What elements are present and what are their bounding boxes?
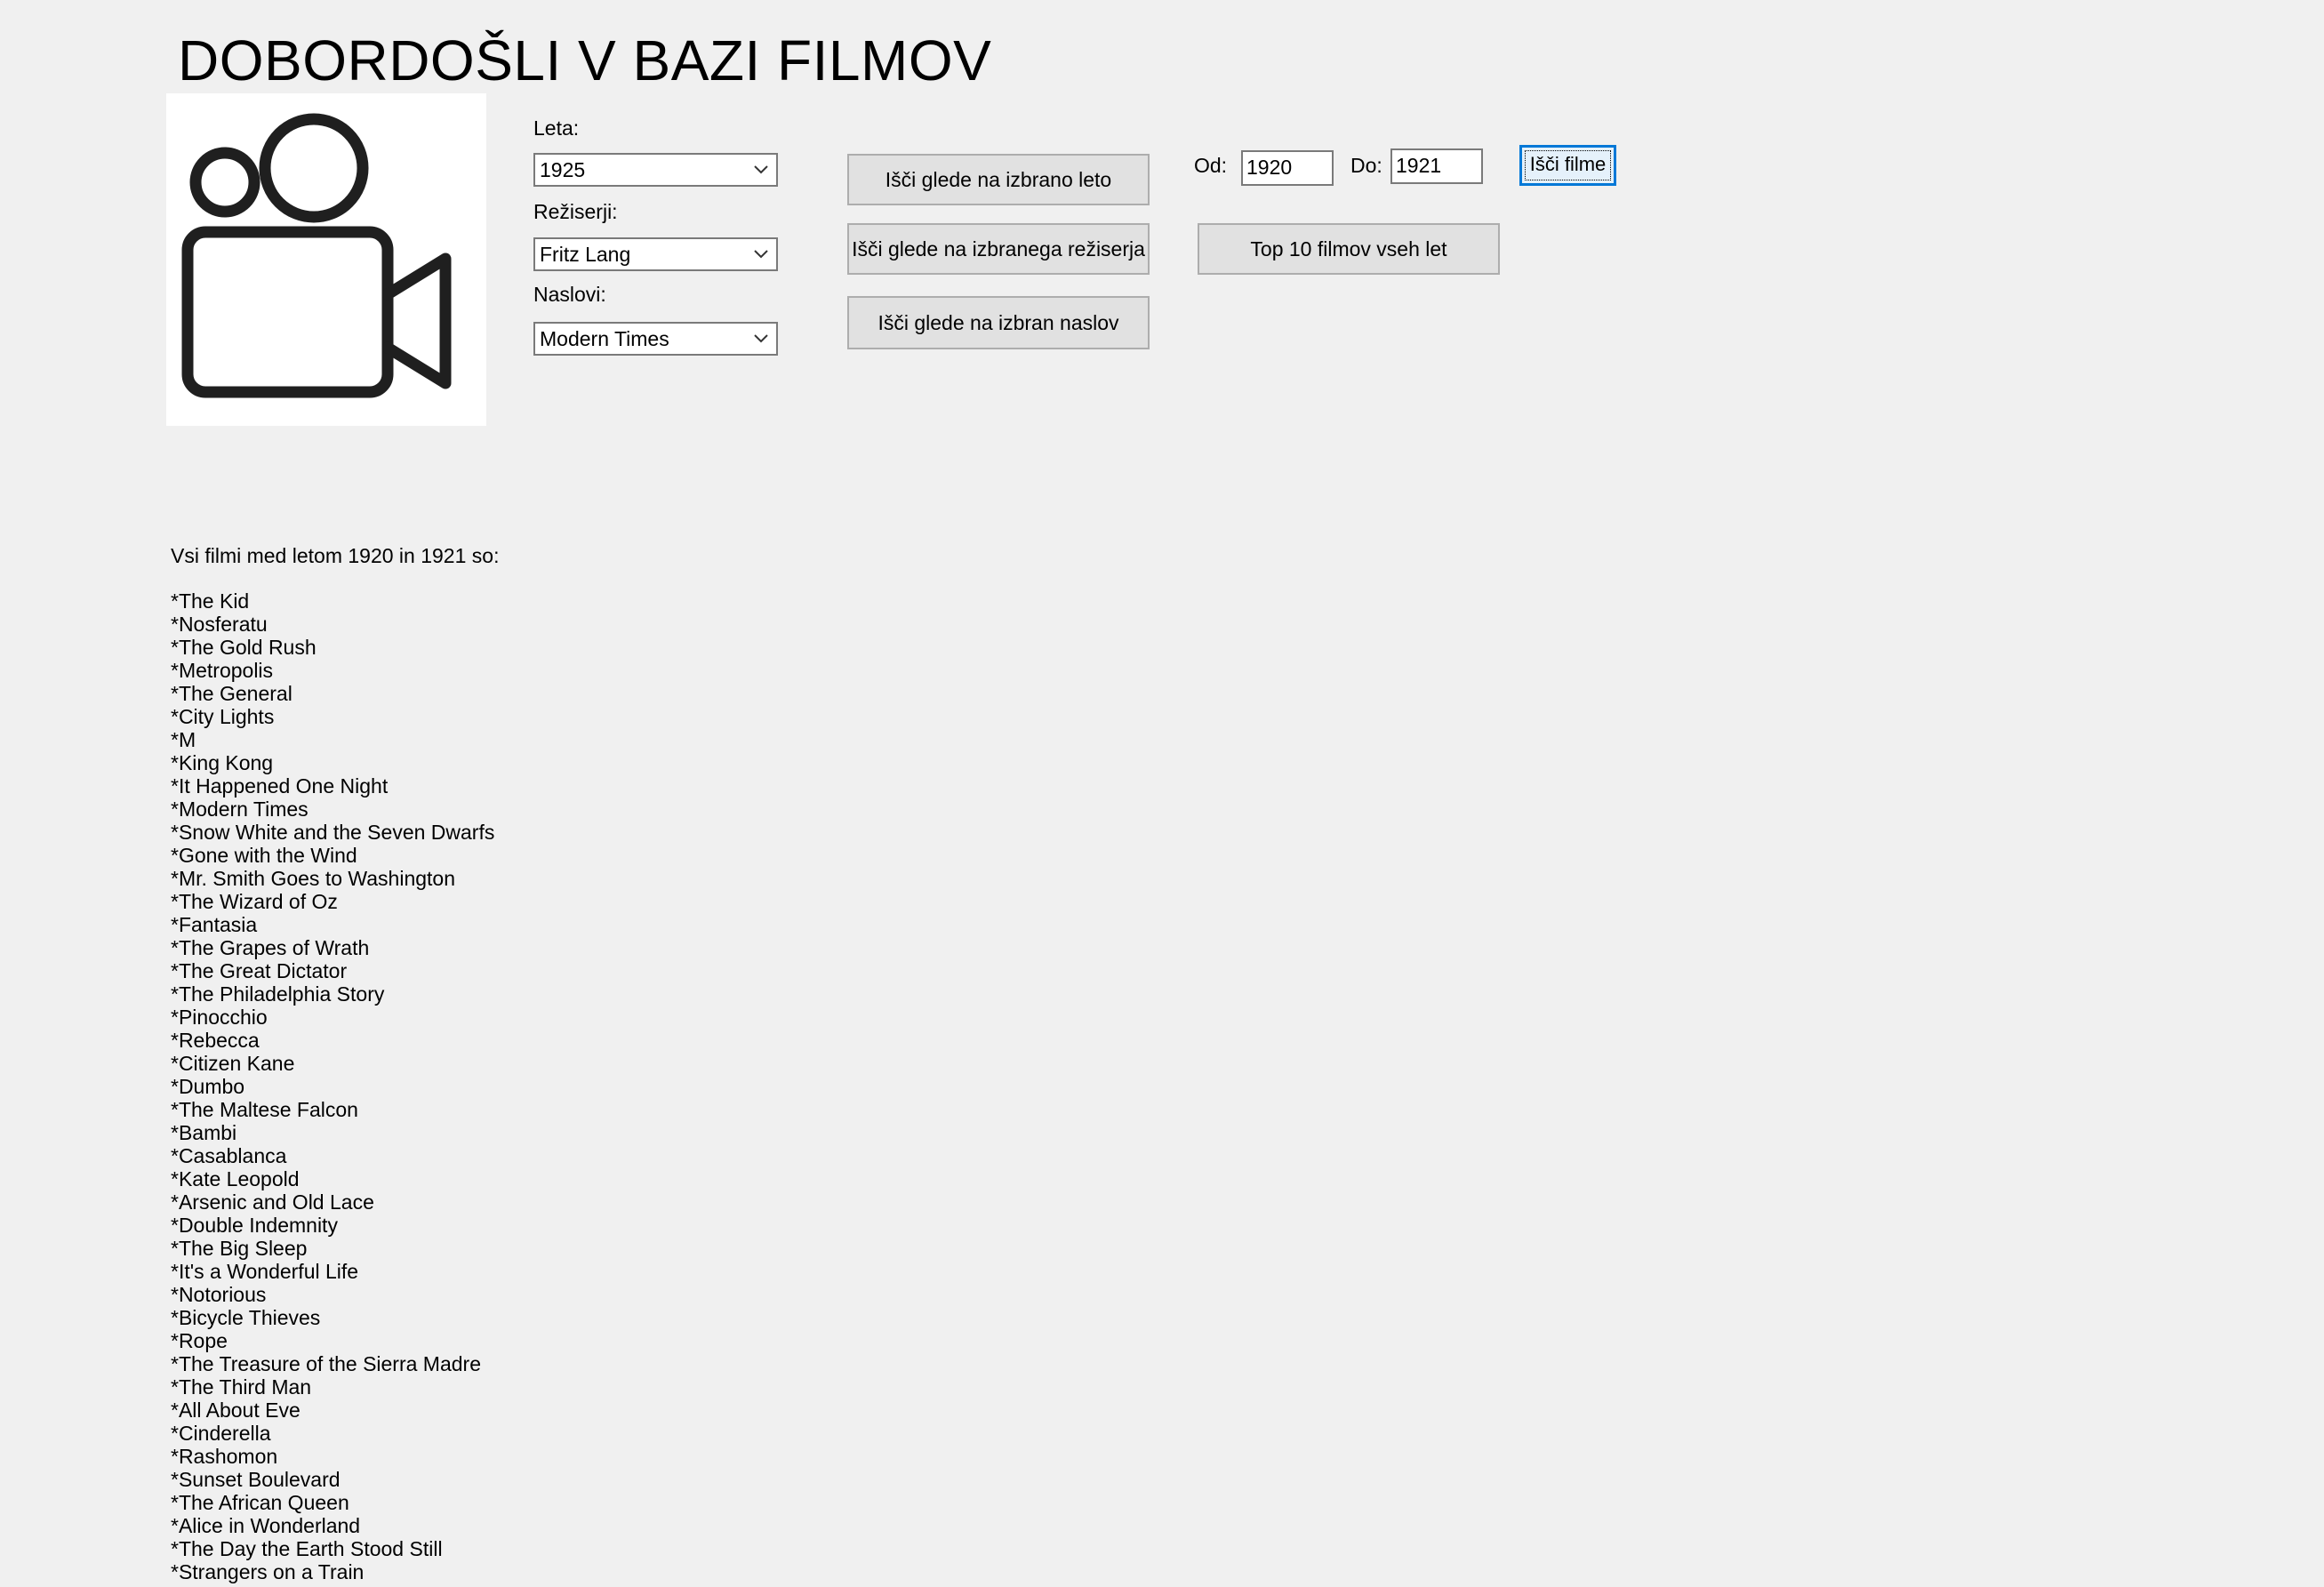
list-item: *Metropolis bbox=[171, 659, 274, 682]
chevron-down-icon bbox=[754, 250, 768, 259]
list-item: *Bambi bbox=[171, 1121, 237, 1144]
list-item: *All About Eve bbox=[171, 1399, 301, 1422]
chevron-down-icon bbox=[754, 334, 768, 343]
list-item: *M bbox=[171, 728, 196, 751]
list-item: *The General bbox=[171, 682, 293, 705]
list-item: *King Kong bbox=[171, 751, 274, 774]
results-header: Vsi filmi med letom 1920 in 1921 so: bbox=[171, 544, 500, 567]
search-by-title-button[interactable]: Išči glede na izbran naslov bbox=[847, 296, 1150, 349]
video-camera-icon bbox=[166, 93, 486, 426]
list-item: *The Day the Earth Stood Still bbox=[171, 1537, 443, 1560]
list-item: *Arsenic and Old Lace bbox=[171, 1190, 374, 1214]
to-label: Do: bbox=[1350, 154, 1382, 177]
list-item: *The Gold Rush bbox=[171, 636, 317, 659]
list-item: *The Grapes of Wrath bbox=[171, 936, 370, 959]
list-item: *Rebecca bbox=[171, 1029, 260, 1052]
title-dropdown-value: Modern Times bbox=[540, 327, 669, 350]
list-item: *Notorious bbox=[171, 1283, 267, 1306]
list-item: *The Philadelphia Story bbox=[171, 982, 385, 1006]
year-dropdown[interactable]: 1925 bbox=[533, 153, 778, 187]
list-item: *The Big Sleep bbox=[171, 1237, 308, 1260]
search-by-director-button[interactable]: Išči glede na izbranega režiserja bbox=[847, 223, 1150, 275]
list-item: *Modern Times bbox=[171, 798, 309, 821]
chevron-down-icon bbox=[754, 165, 768, 174]
list-item: *Snow White and the Seven Dwarfs bbox=[171, 821, 495, 844]
list-item: *Fantasia bbox=[171, 913, 258, 936]
list-item: *Mr. Smith Goes to Washington bbox=[171, 867, 456, 890]
top-10-button[interactable]: Top 10 filmov vseh let bbox=[1198, 223, 1500, 275]
director-label: Režiserji: bbox=[533, 200, 618, 223]
year-label: Leta: bbox=[533, 116, 580, 140]
list-item: *It's a Wonderful Life bbox=[171, 1260, 359, 1283]
search-movies-button[interactable]: Išči filme bbox=[1519, 145, 1616, 186]
title-label: Naslovi: bbox=[533, 283, 606, 306]
list-item: *Kate Leopold bbox=[171, 1167, 300, 1190]
list-item: *The Kid bbox=[171, 589, 250, 613]
search-by-year-button[interactable]: Išči glede na izbrano leto bbox=[847, 154, 1150, 205]
list-item: *Rashomon bbox=[171, 1445, 278, 1468]
year-dropdown-value: 1925 bbox=[540, 158, 586, 181]
list-item: *The African Queen bbox=[171, 1491, 349, 1514]
list-item: *The Great Dictator bbox=[171, 959, 348, 982]
title-dropdown[interactable]: Modern Times bbox=[533, 322, 778, 356]
list-item: *Casablanca bbox=[171, 1144, 287, 1167]
list-item: *Citizen Kane bbox=[171, 1052, 295, 1075]
from-year-input[interactable]: 1920 bbox=[1241, 150, 1334, 186]
list-item: *The Treasure of the Sierra Madre bbox=[171, 1352, 481, 1375]
list-item: *Nosferatu bbox=[171, 613, 268, 636]
list-item: *Bicycle Thieves bbox=[171, 1306, 321, 1329]
list-item: *Rope bbox=[171, 1329, 228, 1352]
director-dropdown-value: Fritz Lang bbox=[540, 243, 631, 266]
list-item: *Dumbo bbox=[171, 1075, 245, 1098]
director-dropdown[interactable]: Fritz Lang bbox=[533, 237, 778, 271]
page-title: DOBORDOŠLI V BAZI FILMOV bbox=[178, 28, 992, 92]
list-item: *The Third Man bbox=[171, 1375, 312, 1399]
list-item: *Double Indemnity bbox=[171, 1214, 338, 1237]
list-item: *Strangers on a Train bbox=[171, 1560, 365, 1583]
list-item: *Sunset Boulevard bbox=[171, 1468, 341, 1491]
list-item: *Cinderella bbox=[171, 1422, 271, 1445]
list-item: *City Lights bbox=[171, 705, 275, 728]
list-item: *The Wizard of Oz bbox=[171, 890, 338, 913]
list-item: *Pinocchio bbox=[171, 1006, 268, 1029]
results-list: *The Kid *Nosferatu *The Gold Rush *Metropo… bbox=[171, 589, 494, 1583]
list-item: *It Happened One Night bbox=[171, 774, 389, 798]
list-item: *The Maltese Falcon bbox=[171, 1098, 358, 1121]
to-year-input[interactable]: 1921 bbox=[1390, 148, 1483, 184]
list-item: *Gone with the Wind bbox=[171, 844, 357, 867]
list-item: *Alice in Wonderland bbox=[171, 1514, 361, 1537]
from-label: Od: bbox=[1194, 154, 1228, 177]
